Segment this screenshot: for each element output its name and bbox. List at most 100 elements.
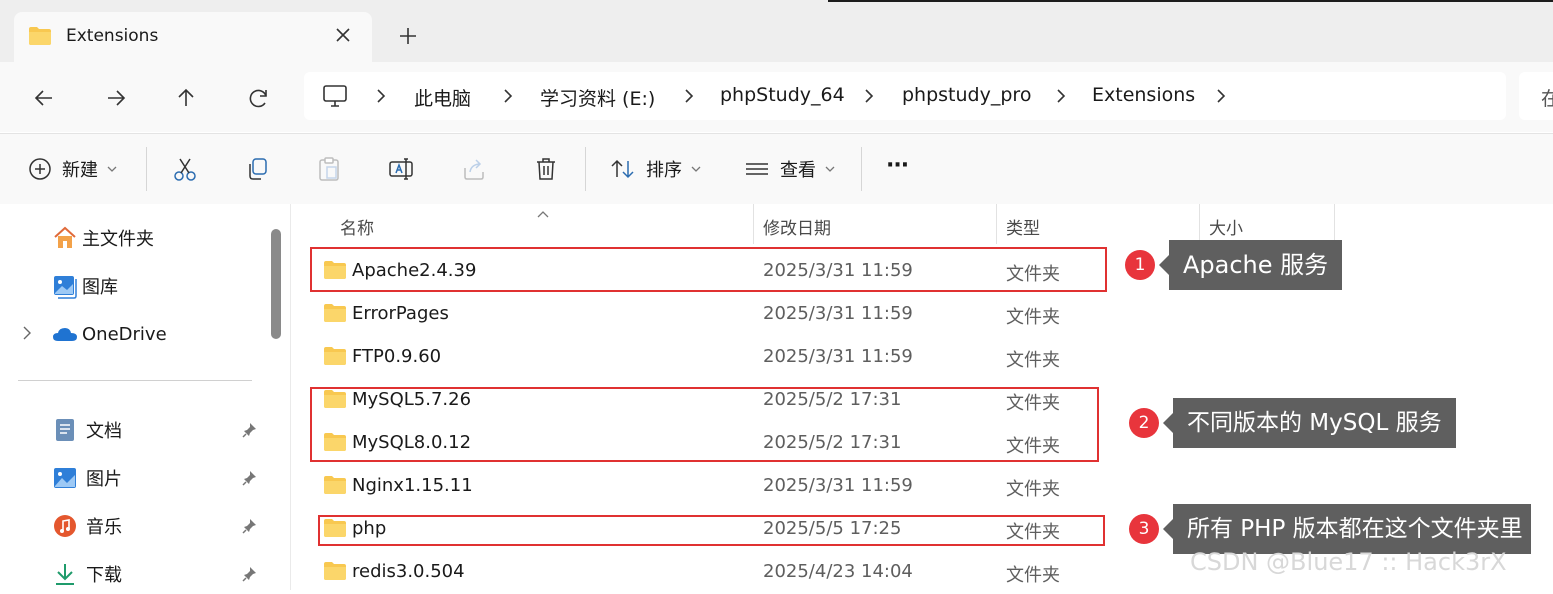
window-edge bbox=[828, 0, 1553, 2]
breadcrumb-extensions[interactable]: Extensions bbox=[1092, 84, 1195, 106]
toolbar-divider bbox=[585, 147, 586, 191]
chevron-down-icon bbox=[691, 166, 701, 172]
share-icon bbox=[461, 156, 487, 182]
home-icon bbox=[54, 226, 76, 248]
view-button[interactable]: 查看 bbox=[744, 154, 836, 184]
file-modified-date: 2025/4/23 14:04 bbox=[763, 561, 913, 582]
chevron-right-icon[interactable] bbox=[501, 88, 515, 104]
file-type: 文件夹 bbox=[1006, 350, 1060, 371]
tab-extensions[interactable]: Extensions bbox=[14, 12, 372, 62]
column-divider[interactable] bbox=[753, 204, 754, 244]
nav-item-documents[interactable]: 文档 bbox=[52, 416, 122, 444]
chevron-right-icon[interactable] bbox=[862, 88, 876, 104]
annotation-callout-3: 所有 PHP 版本都在这个文件夹里 bbox=[1163, 504, 1531, 554]
highlight-box-mysql bbox=[310, 387, 1099, 462]
column-divider[interactable] bbox=[1199, 204, 1200, 244]
file-row[interactable]: Nginx1.15.11 2025/3/31 11:59 文件夹 bbox=[291, 465, 1553, 508]
documents-icon bbox=[56, 419, 74, 441]
music-icon bbox=[54, 515, 76, 537]
pin-icon[interactable] bbox=[241, 517, 259, 535]
sort-ascending-caret-icon bbox=[536, 204, 550, 223]
watermark-text: CSDN @Blue17 :: Hack3rX bbox=[1190, 548, 1507, 576]
search-placeholder: 在 bbox=[1541, 88, 1553, 110]
download-arrow-icon bbox=[56, 564, 74, 585]
file-row[interactable]: ErrorPages 2025/3/31 11:59 文件夹 bbox=[291, 293, 1553, 336]
nav-item-gallery[interactable]: 图库 bbox=[52, 272, 118, 300]
column-header-type[interactable]: 类型 bbox=[1006, 214, 1040, 239]
gallery-icon bbox=[54, 276, 77, 299]
folder-icon bbox=[323, 561, 347, 585]
folder-icon bbox=[323, 303, 347, 327]
paste-clipboard-icon bbox=[316, 156, 342, 182]
annotation-callout-1: Apache 服务 bbox=[1158, 240, 1343, 290]
annotation-badge-3: 3 bbox=[1129, 514, 1159, 544]
nav-scrollbar-thumb[interactable] bbox=[271, 229, 281, 339]
highlight-box-apache bbox=[310, 247, 1107, 292]
sort-button[interactable]: 排序 bbox=[610, 154, 702, 184]
nav-label-documents: 文档 bbox=[86, 421, 122, 442]
chevron-right-icon[interactable] bbox=[20, 325, 34, 341]
chevron-right-icon[interactable] bbox=[1214, 88, 1228, 104]
breadcrumb-this-pc[interactable]: 此电脑 bbox=[414, 84, 471, 111]
address-bar[interactable]: 此电脑 学习资料 (E:) phpStudy_64 phpstudy_pro E… bbox=[304, 72, 1506, 120]
breadcrumb-drive-e[interactable]: 学习资料 (E:) bbox=[540, 84, 655, 111]
rename-icon[interactable] bbox=[388, 156, 414, 182]
pin-icon[interactable] bbox=[241, 469, 259, 487]
nav-label-onedrive: OneDrive bbox=[82, 323, 167, 345]
navigation-pane: 主文件夹 图库 OneDrive 文档 图片 音乐 下载 bbox=[0, 204, 290, 590]
file-type: 文件夹 bbox=[1006, 307, 1060, 328]
file-name: Nginx1.15.11 bbox=[352, 475, 473, 496]
command-bar: 新建 排序 查看 ··· bbox=[0, 133, 1553, 205]
this-pc-monitor-icon[interactable] bbox=[322, 84, 348, 112]
navigation-bar: 此电脑 学习资料 (E:) phpStudy_64 phpstudy_pro E… bbox=[0, 62, 1553, 132]
forward-arrow-icon[interactable] bbox=[102, 84, 130, 112]
up-arrow-icon[interactable] bbox=[172, 84, 200, 112]
nav-label-pictures: 图片 bbox=[86, 469, 122, 490]
delete-trash-icon[interactable] bbox=[533, 156, 559, 182]
breadcrumb-phpstudy-pro[interactable]: phpstudy_pro bbox=[902, 84, 1031, 106]
file-modified-date: 2025/3/31 11:59 bbox=[763, 346, 913, 367]
pin-icon[interactable] bbox=[241, 421, 259, 439]
chevron-down-icon bbox=[107, 166, 117, 172]
cut-scissors-icon[interactable] bbox=[172, 156, 198, 182]
pin-icon[interactable] bbox=[241, 565, 259, 583]
nav-label-gallery: 图库 bbox=[82, 277, 118, 298]
new-tab-plus-icon[interactable] bbox=[396, 24, 420, 48]
file-name: FTP0.9.60 bbox=[352, 346, 442, 367]
nav-item-onedrive[interactable]: OneDrive bbox=[52, 320, 167, 348]
file-modified-date: 2025/3/31 11:59 bbox=[763, 475, 913, 496]
file-name: redis3.0.504 bbox=[352, 561, 465, 582]
nav-item-home[interactable]: 主文件夹 bbox=[52, 224, 154, 252]
file-name: ErrorPages bbox=[352, 303, 449, 324]
refresh-icon[interactable] bbox=[245, 84, 273, 112]
nav-item-downloads[interactable]: 下载 bbox=[52, 560, 122, 588]
column-divider[interactable] bbox=[1334, 204, 1335, 244]
folder-icon bbox=[323, 475, 347, 499]
breadcrumb-phpstudy-64[interactable]: phpStudy_64 bbox=[720, 84, 845, 106]
nav-item-pictures[interactable]: 图片 bbox=[52, 464, 122, 492]
sort-label: 排序 bbox=[646, 160, 682, 181]
file-type: 文件夹 bbox=[1006, 479, 1060, 500]
nav-label-music: 音乐 bbox=[86, 517, 122, 538]
column-header-modified[interactable]: 修改日期 bbox=[763, 214, 831, 239]
close-icon[interactable] bbox=[332, 24, 354, 46]
new-button[interactable]: 新建 bbox=[28, 154, 118, 184]
more-options-button[interactable]: ··· bbox=[886, 150, 909, 180]
column-header-size[interactable]: 大小 bbox=[1209, 214, 1243, 239]
nav-item-music[interactable]: 音乐 bbox=[52, 512, 122, 540]
search-input[interactable]: 在 bbox=[1519, 72, 1553, 120]
chevron-down-icon bbox=[825, 166, 835, 172]
folder-icon bbox=[323, 346, 347, 370]
column-divider[interactable] bbox=[996, 204, 997, 244]
annotation-callout-2: 不同版本的 MySQL 服务 bbox=[1163, 398, 1456, 448]
new-label: 新建 bbox=[62, 160, 98, 181]
plus-circle-icon bbox=[29, 158, 51, 180]
file-row[interactable]: FTP0.9.60 2025/3/31 11:59 文件夹 bbox=[291, 336, 1553, 379]
back-arrow-icon[interactable] bbox=[30, 84, 58, 112]
nav-label-home: 主文件夹 bbox=[82, 229, 154, 250]
chevron-right-icon[interactable] bbox=[1054, 88, 1068, 104]
copy-icon[interactable] bbox=[244, 156, 270, 182]
column-header-name[interactable]: 名称 bbox=[340, 214, 374, 239]
chevron-right-icon[interactable] bbox=[682, 88, 696, 104]
chevron-right-icon[interactable] bbox=[374, 88, 388, 104]
